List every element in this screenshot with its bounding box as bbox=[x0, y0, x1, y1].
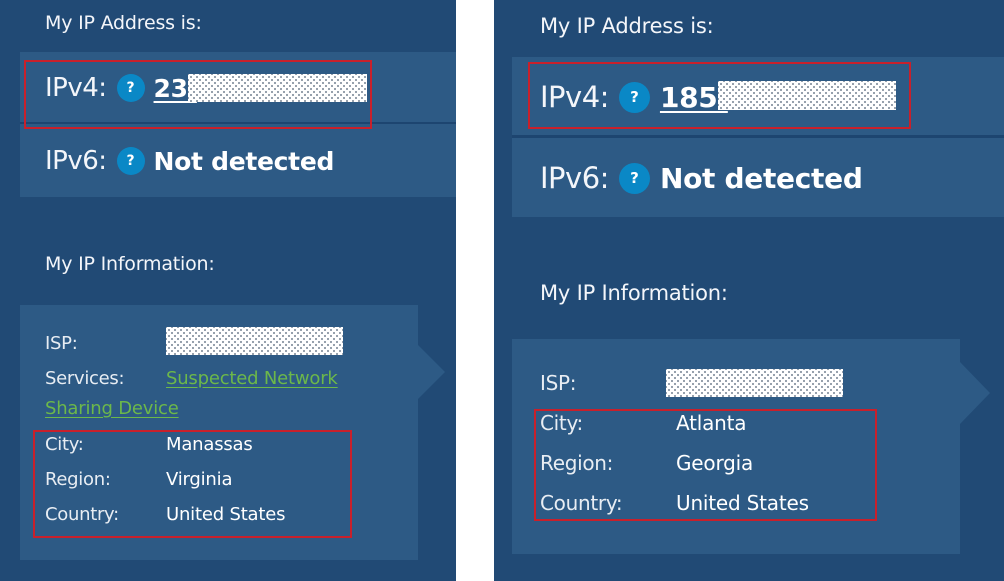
ipv6-line: IPv6: ? Not detected bbox=[540, 158, 863, 198]
ipv4-label: IPv4: bbox=[540, 80, 609, 114]
ipv4-redacted-value bbox=[718, 81, 896, 110]
services-label: Services: bbox=[45, 368, 125, 389]
help-icon[interactable]: ? bbox=[618, 81, 650, 113]
region-label: Region: bbox=[45, 469, 111, 490]
isp-label: ISP: bbox=[540, 371, 577, 395]
right-screenshot-panel: My IP Address is: IPv4: ? 185. IPv6: ? N… bbox=[494, 0, 1004, 581]
isp-redacted-value bbox=[666, 369, 843, 397]
card-arrow bbox=[960, 362, 990, 424]
country-label: Country: bbox=[45, 504, 119, 525]
isp-redacted-value bbox=[166, 327, 343, 355]
isp-label: ISP: bbox=[45, 333, 78, 354]
help-icon[interactable]: ? bbox=[116, 74, 145, 102]
ipv6-label: IPv6: bbox=[45, 146, 107, 176]
ipv4-redacted-value bbox=[188, 74, 367, 102]
ip-address-heading: My IP Address is: bbox=[540, 14, 714, 38]
left-screenshot-panel: My IP Address is: IPv4: ? 23. IPv6: ? No… bbox=[0, 0, 456, 581]
ipv6-value: Not detected bbox=[153, 146, 335, 176]
ip-information-heading: My IP Information: bbox=[45, 253, 215, 275]
help-icon[interactable]: ? bbox=[618, 162, 650, 194]
city-value: Atlanta bbox=[676, 411, 747, 435]
region-value: Virginia bbox=[166, 469, 233, 490]
services-link-line2[interactable]: Sharing Device bbox=[45, 398, 179, 419]
ipv4-label: IPv4: bbox=[45, 73, 107, 103]
city-label: City: bbox=[540, 411, 583, 435]
country-value: United States bbox=[676, 491, 809, 515]
city-label: City: bbox=[45, 434, 84, 455]
ip-address-heading: My IP Address is: bbox=[45, 12, 202, 34]
country-value: United States bbox=[166, 504, 286, 525]
card-arrow bbox=[418, 345, 445, 399]
services-link-line1[interactable]: Suspected Network bbox=[166, 368, 338, 389]
country-label: Country: bbox=[540, 491, 623, 515]
region-value: Georgia bbox=[676, 451, 754, 475]
region-label: Region: bbox=[540, 451, 614, 475]
ipv6-label: IPv6: bbox=[540, 161, 609, 195]
help-icon[interactable]: ? bbox=[116, 147, 145, 175]
ipv6-value: Not detected bbox=[659, 161, 863, 195]
ip-information-heading: My IP Information: bbox=[540, 281, 728, 305]
city-value: Manassas bbox=[166, 434, 253, 455]
ipv6-line: IPv6: ? Not detected bbox=[45, 143, 334, 179]
